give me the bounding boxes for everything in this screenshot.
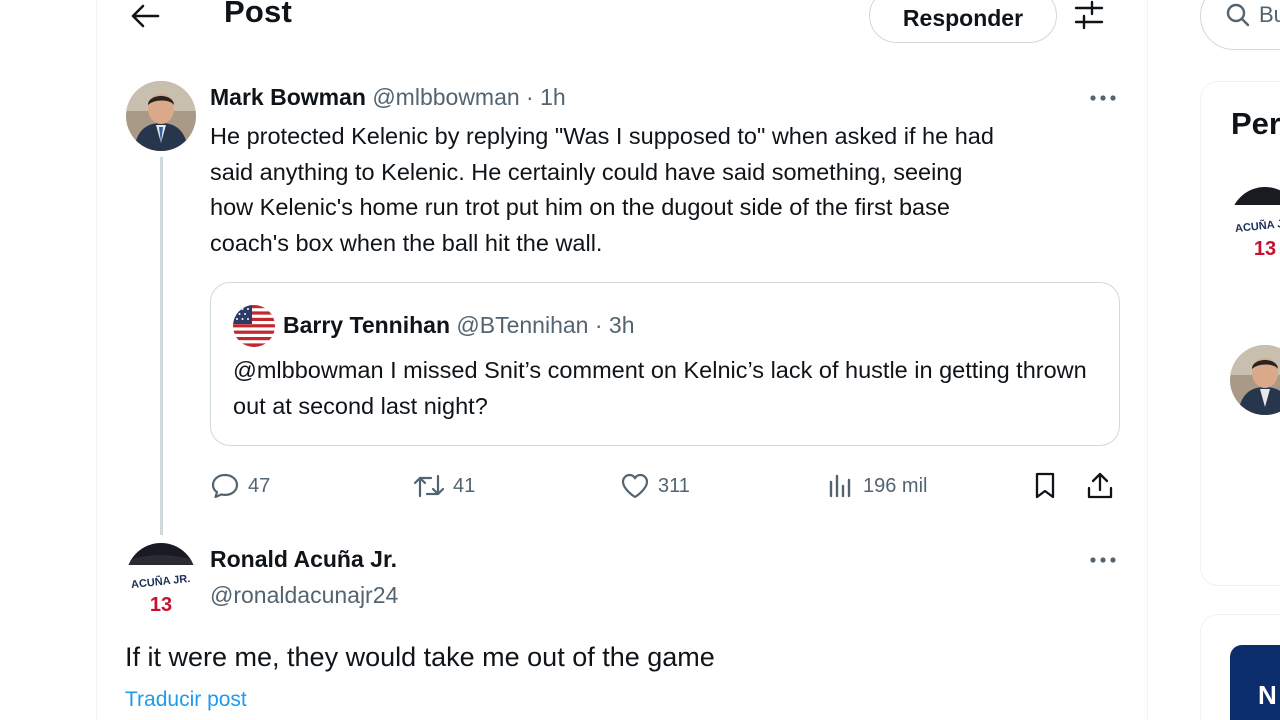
author-handle[interactable]: @mlbbowman [372,84,519,110]
author-name[interactable]: Barry Tennihan [283,312,450,338]
timeline-column: Post Responder Mark Bowman @mlbbowman · … [96,0,1148,720]
search-placeholder: Bu [1259,2,1280,27]
more-options-button[interactable] [1088,553,1118,567]
more-options-button[interactable] [1088,91,1118,105]
tweet-actions: 47 41 311 196 mil [210,470,1120,502]
separator-dot: · [588,312,609,338]
share-icon [1087,472,1113,499]
thread-connector [160,157,163,535]
author-handle[interactable]: @ronaldacunajr24 [210,582,398,609]
comment-icon [211,473,239,499]
more-horizontal-icon [1090,95,1116,101]
like-count: 311 [658,474,690,497]
page-title: Post [224,0,292,29]
reply-action[interactable]: 47 [210,470,270,502]
repost-action[interactable]: 41 [413,470,475,502]
reply-button[interactable]: Responder [869,0,1057,43]
heart-icon [621,473,649,499]
avatar[interactable] [233,305,275,347]
arrow-left-icon [131,4,160,28]
share-action[interactable] [1086,470,1114,502]
reply-count: 47 [248,474,271,497]
more-horizontal-icon [1090,557,1116,563]
author-handle[interactable]: @BTennihan [456,312,588,338]
back-button[interactable] [125,0,165,32]
quoted-tweet[interactable]: Barry Tennihan @BTennihan · 3h @mlbbowma… [210,282,1120,446]
like-action[interactable]: 311 [620,470,690,502]
separator-dot: · [519,84,541,110]
repost-icon [413,474,445,498]
timestamp[interactable]: 1h [540,84,566,110]
bookmark-icon [1035,472,1055,499]
view-count: 196 mil [863,474,928,497]
svg-text:13: 13 [150,594,172,613]
search-icon [1226,3,1250,27]
author-name[interactable]: Mark Bowman [210,84,366,110]
svg-text:13: 13 [1254,238,1276,257]
tweet-text: If it were me, they would take me out of… [125,642,715,672]
timestamp[interactable]: 3h [609,312,635,338]
news-thumbnail-letter: N [1258,680,1277,710]
translate-post-link[interactable]: Traducir post [125,688,247,712]
analytics-icon [829,474,851,498]
avatar[interactable]: ACUÑA JR. 13 [126,543,196,613]
who-to-follow-card [1200,81,1280,586]
sidebar-section-title: Per [1231,106,1280,141]
tweet-text: He protected Kelenic by replying "Was I … [210,123,994,256]
author-name[interactable]: Ronald Acuña Jr. [210,546,397,573]
repost-count: 41 [453,474,476,497]
views-action[interactable]: 196 mil [827,470,927,502]
tweet-header: Mark Bowman @mlbbowman · 1h [210,84,566,111]
quoted-tweet-text: @mlbbowman I missed Snit’s comment on Ke… [233,357,1087,419]
quoted-tweet-header: Barry Tennihan @BTennihan · 3h [283,312,635,339]
sliders-icon[interactable] [1072,0,1106,30]
avatar[interactable] [126,81,196,151]
bookmark-action[interactable] [1032,470,1058,502]
